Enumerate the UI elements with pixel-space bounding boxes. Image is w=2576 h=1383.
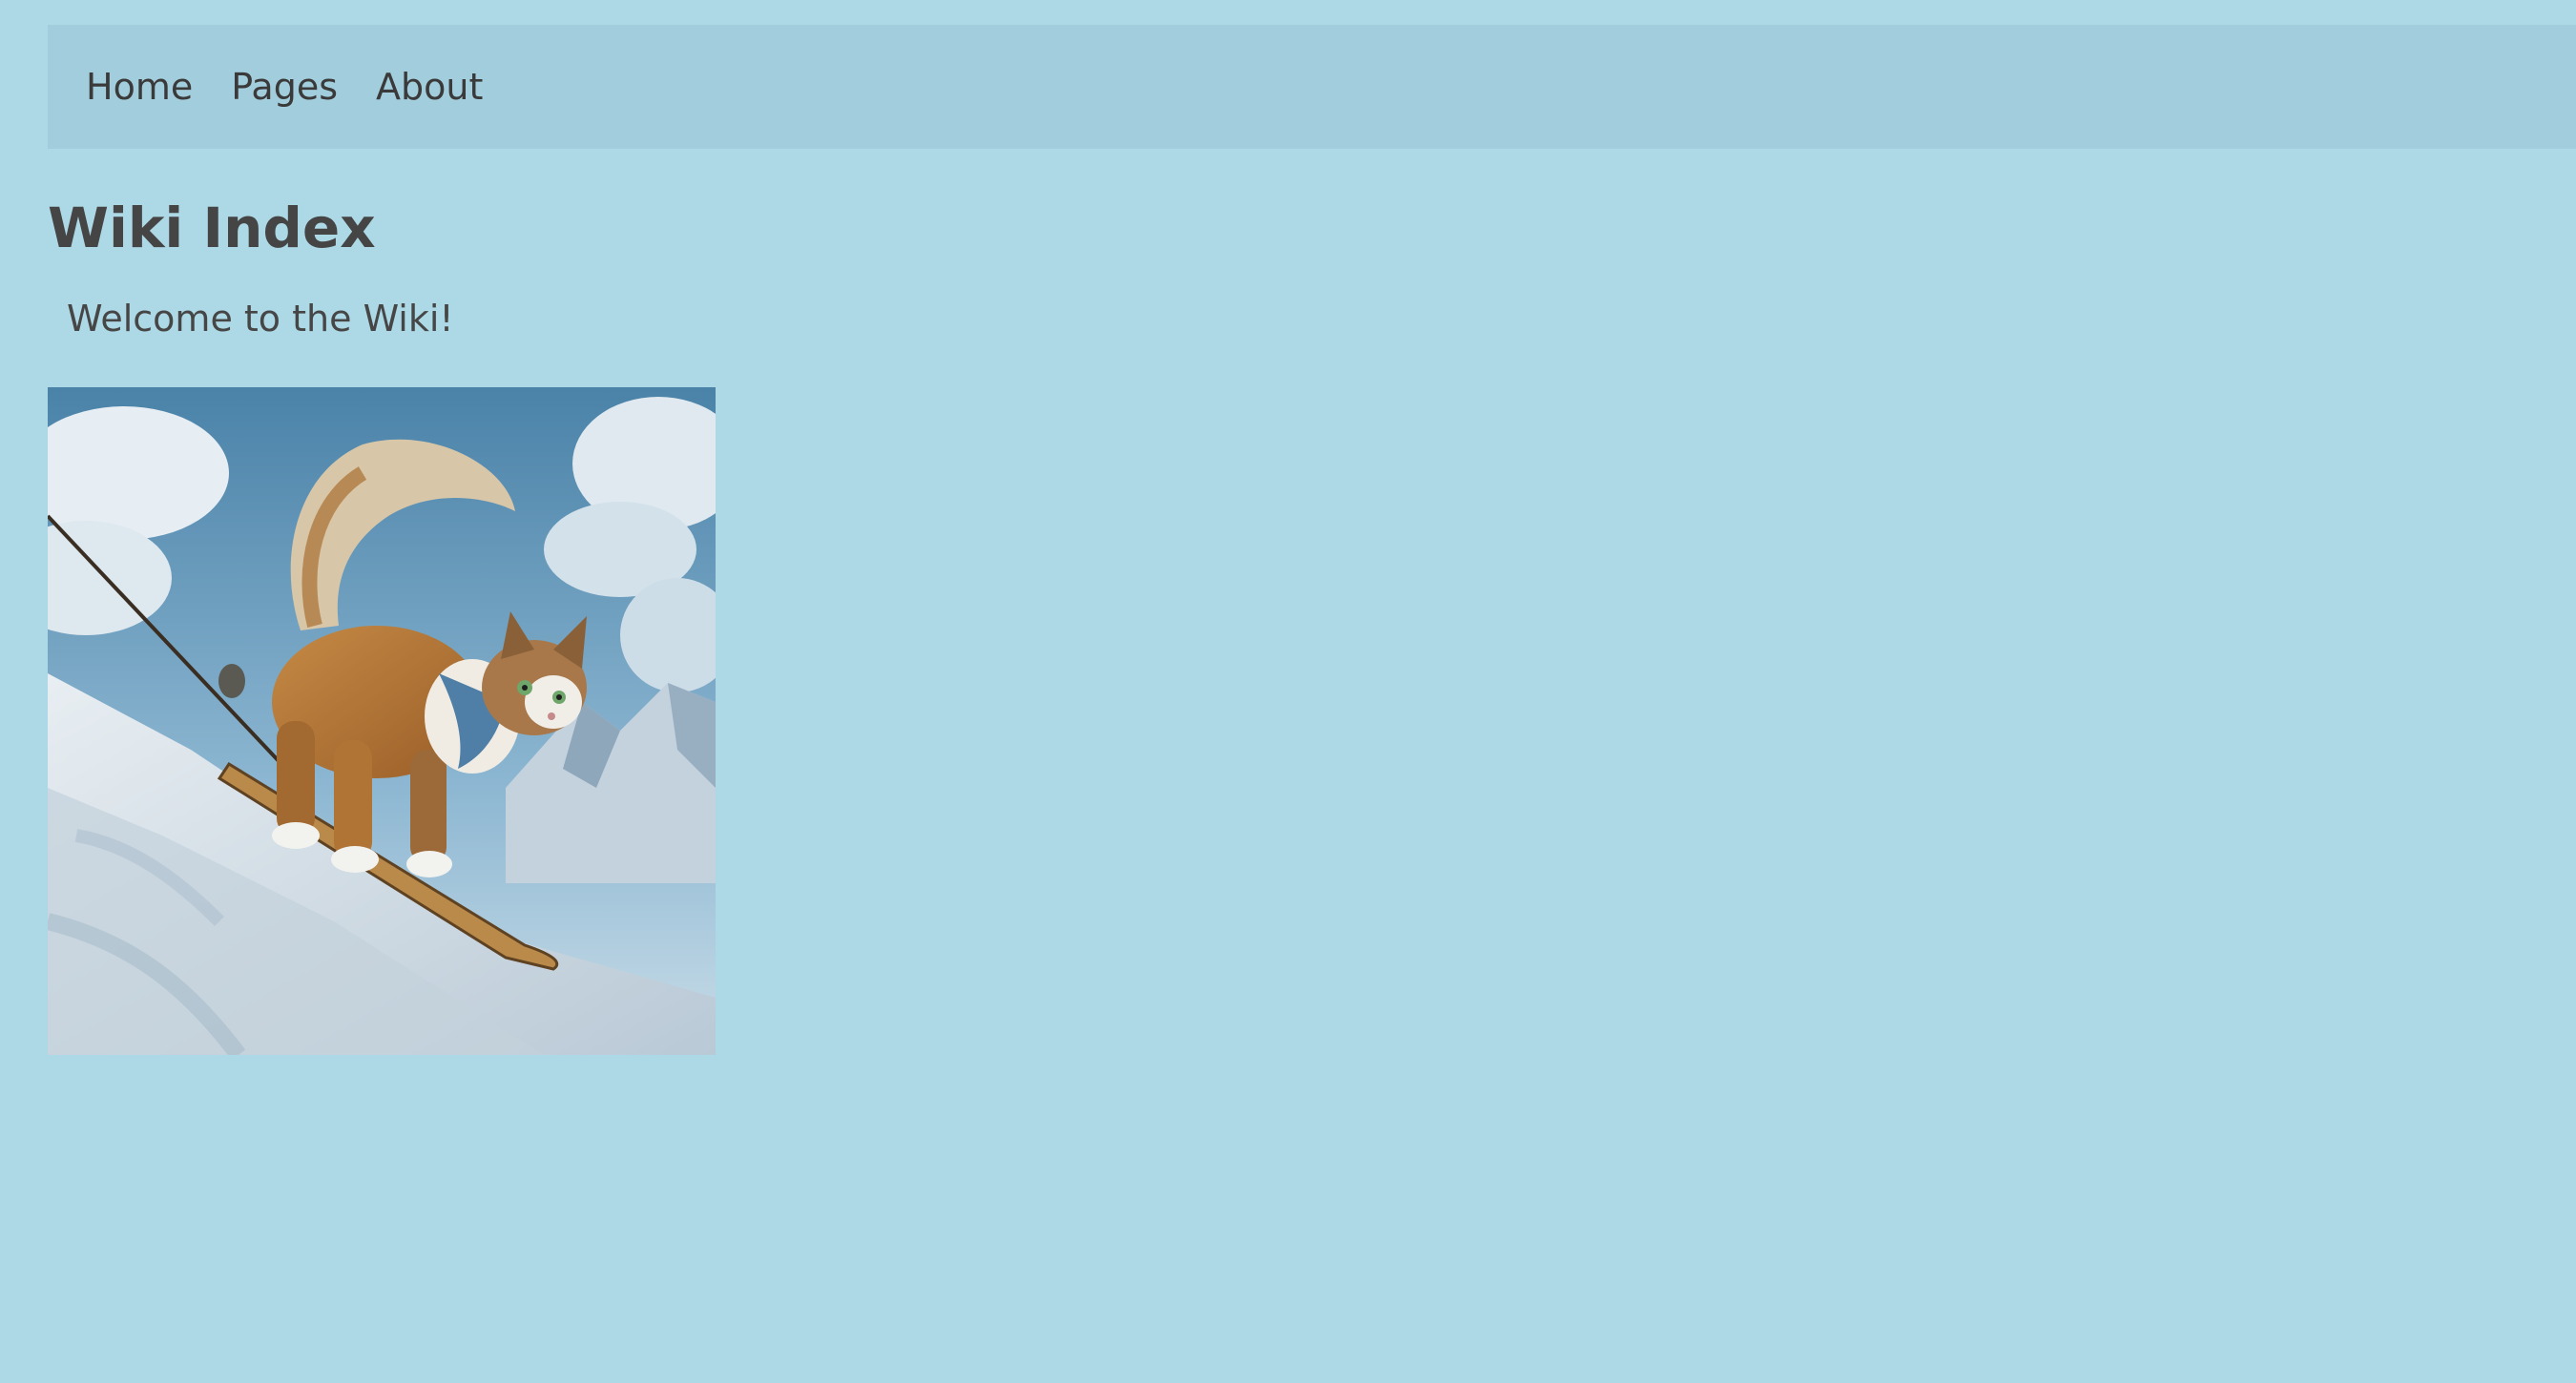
nav-link-home[interactable]: Home — [86, 69, 193, 105]
nav-link-pages[interactable]: Pages — [231, 69, 338, 105]
navbar: Home Pages About — [48, 25, 2576, 149]
welcome-text: Welcome to the Wiki! — [67, 298, 454, 340]
nav-link-about[interactable]: About — [376, 69, 483, 105]
cat-skiing-image — [48, 387, 716, 1055]
page-title: Wiki Index — [48, 196, 376, 260]
page: Home Pages About Wiki Index Welcome to t… — [0, 0, 2576, 1383]
